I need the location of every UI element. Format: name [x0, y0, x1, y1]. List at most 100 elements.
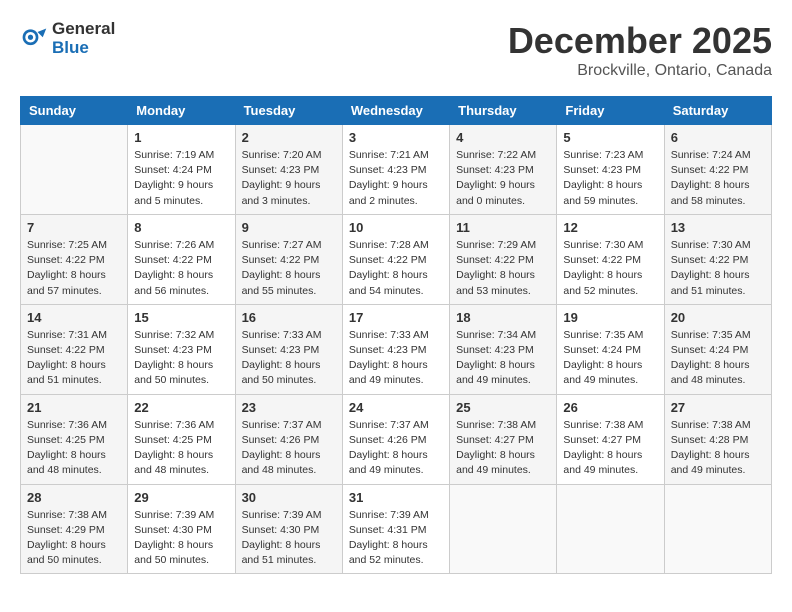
- day-info: Sunrise: 7:38 AMSunset: 4:27 PMDaylight:…: [456, 418, 550, 479]
- day-number: 9: [242, 220, 336, 235]
- day-info: Sunrise: 7:29 AMSunset: 4:22 PMDaylight:…: [456, 238, 550, 299]
- week-row-3: 14 Sunrise: 7:31 AMSunset: 4:22 PMDayligh…: [21, 304, 772, 394]
- calendar-day: 14 Sunrise: 7:31 AMSunset: 4:22 PMDayligh…: [21, 304, 128, 394]
- calendar-day: 29 Sunrise: 7:39 AMSunset: 4:30 PMDayligh…: [128, 484, 235, 574]
- days-header-row: SundayMondayTuesdayWednesdayThursdayFrid…: [21, 97, 772, 125]
- logo: General Blue: [20, 20, 115, 57]
- week-row-5: 28 Sunrise: 7:38 AMSunset: 4:29 PMDayligh…: [21, 484, 772, 574]
- day-number: 4: [456, 130, 550, 145]
- calendar-day: 25 Sunrise: 7:38 AMSunset: 4:27 PMDayligh…: [450, 394, 557, 484]
- day-number: 17: [349, 310, 443, 325]
- day-info: Sunrise: 7:34 AMSunset: 4:23 PMDaylight:…: [456, 328, 550, 389]
- day-info: Sunrise: 7:28 AMSunset: 4:22 PMDaylight:…: [349, 238, 443, 299]
- day-number: 5: [563, 130, 657, 145]
- day-number: 11: [456, 220, 550, 235]
- week-row-4: 21 Sunrise: 7:36 AMSunset: 4:25 PMDayligh…: [21, 394, 772, 484]
- header: General Blue December 2025 Brockville, O…: [20, 20, 772, 80]
- day-number: 21: [27, 400, 121, 415]
- calendar-day: 12 Sunrise: 7:30 AMSunset: 4:22 PMDayligh…: [557, 214, 664, 304]
- day-info: Sunrise: 7:35 AMSunset: 4:24 PMDaylight:…: [563, 328, 657, 389]
- calendar-day: 3 Sunrise: 7:21 AMSunset: 4:23 PMDaylight…: [342, 125, 449, 215]
- day-info: Sunrise: 7:27 AMSunset: 4:22 PMDaylight:…: [242, 238, 336, 299]
- day-number: 1: [134, 130, 228, 145]
- day-info: Sunrise: 7:38 AMSunset: 4:29 PMDaylight:…: [27, 508, 121, 569]
- day-number: 8: [134, 220, 228, 235]
- day-info: Sunrise: 7:35 AMSunset: 4:24 PMDaylight:…: [671, 328, 765, 389]
- day-info: Sunrise: 7:21 AMSunset: 4:23 PMDaylight:…: [349, 148, 443, 209]
- day-info: Sunrise: 7:26 AMSunset: 4:22 PMDaylight:…: [134, 238, 228, 299]
- calendar-table: SundayMondayTuesdayWednesdayThursdayFrid…: [20, 96, 772, 574]
- calendar-day: 28 Sunrise: 7:38 AMSunset: 4:29 PMDayligh…: [21, 484, 128, 574]
- calendar-day: 6 Sunrise: 7:24 AMSunset: 4:22 PMDaylight…: [664, 125, 771, 215]
- day-info: Sunrise: 7:22 AMSunset: 4:23 PMDaylight:…: [456, 148, 550, 209]
- calendar-title: December 2025: [508, 20, 772, 62]
- day-number: 10: [349, 220, 443, 235]
- day-number: 26: [563, 400, 657, 415]
- calendar-day: 2 Sunrise: 7:20 AMSunset: 4:23 PMDaylight…: [235, 125, 342, 215]
- calendar-day: [21, 125, 128, 215]
- calendar-day: 31Sunrise: 7:39 AMSunset: 4:31 PMDayligh…: [342, 484, 449, 574]
- day-number: 12: [563, 220, 657, 235]
- calendar-day: 18 Sunrise: 7:34 AMSunset: 4:23 PMDayligh…: [450, 304, 557, 394]
- day-info: Sunrise: 7:39 AMSunset: 4:30 PMDaylight:…: [134, 508, 228, 569]
- day-header-thursday: Thursday: [450, 97, 557, 125]
- calendar-day: 19Sunrise: 7:35 AMSunset: 4:24 PMDayligh…: [557, 304, 664, 394]
- title-area: December 2025 Brockville, Ontario, Canad…: [508, 20, 772, 80]
- day-info: Sunrise: 7:32 AMSunset: 4:23 PMDaylight:…: [134, 328, 228, 389]
- calendar-day: 15Sunrise: 7:32 AMSunset: 4:23 PMDayligh…: [128, 304, 235, 394]
- calendar-day: 9 Sunrise: 7:27 AMSunset: 4:22 PMDaylight…: [235, 214, 342, 304]
- week-row-2: 7 Sunrise: 7:25 AMSunset: 4:22 PMDaylight…: [21, 214, 772, 304]
- day-info: Sunrise: 7:23 AMSunset: 4:23 PMDaylight:…: [563, 148, 657, 209]
- calendar-day: 10 Sunrise: 7:28 AMSunset: 4:22 PMDayligh…: [342, 214, 449, 304]
- day-number: 14: [27, 310, 121, 325]
- day-header-friday: Friday: [557, 97, 664, 125]
- day-number: 29: [134, 490, 228, 505]
- calendar-day: [450, 484, 557, 574]
- day-info: Sunrise: 7:37 AMSunset: 4:26 PMDaylight:…: [349, 418, 443, 479]
- day-number: 6: [671, 130, 765, 145]
- day-info: Sunrise: 7:38 AMSunset: 4:27 PMDaylight:…: [563, 418, 657, 479]
- day-number: 18: [456, 310, 550, 325]
- day-info: Sunrise: 7:30 AMSunset: 4:22 PMDaylight:…: [563, 238, 657, 299]
- day-header-sunday: Sunday: [21, 97, 128, 125]
- day-header-saturday: Saturday: [664, 97, 771, 125]
- day-number: 13: [671, 220, 765, 235]
- day-info: Sunrise: 7:39 AMSunset: 4:30 PMDaylight:…: [242, 508, 336, 569]
- calendar-day: 21 Sunrise: 7:36 AMSunset: 4:25 PMDayligh…: [21, 394, 128, 484]
- logo-general: General: [52, 19, 115, 38]
- calendar-day: 27 Sunrise: 7:38 AMSunset: 4:28 PMDayligh…: [664, 394, 771, 484]
- day-info: Sunrise: 7:25 AMSunset: 4:22 PMDaylight:…: [27, 238, 121, 299]
- calendar-day: 26 Sunrise: 7:38 AMSunset: 4:27 PMDayligh…: [557, 394, 664, 484]
- day-number: 27: [671, 400, 765, 415]
- day-number: 16: [242, 310, 336, 325]
- calendar-day: 17Sunrise: 7:33 AMSunset: 4:23 PMDayligh…: [342, 304, 449, 394]
- calendar-day: 11 Sunrise: 7:29 AMSunset: 4:22 PMDayligh…: [450, 214, 557, 304]
- day-info: Sunrise: 7:39 AMSunset: 4:31 PMDaylight:…: [349, 508, 443, 569]
- calendar-day: 7 Sunrise: 7:25 AMSunset: 4:22 PMDaylight…: [21, 214, 128, 304]
- day-info: Sunrise: 7:38 AMSunset: 4:28 PMDaylight:…: [671, 418, 765, 479]
- calendar-day: 30 Sunrise: 7:39 AMSunset: 4:30 PMDayligh…: [235, 484, 342, 574]
- day-number: 30: [242, 490, 336, 505]
- day-info: Sunrise: 7:30 AMSunset: 4:22 PMDaylight:…: [671, 238, 765, 299]
- calendar-day: [557, 484, 664, 574]
- day-info: Sunrise: 7:31 AMSunset: 4:22 PMDaylight:…: [27, 328, 121, 389]
- day-number: 25: [456, 400, 550, 415]
- day-number: 7: [27, 220, 121, 235]
- calendar-day: [664, 484, 771, 574]
- day-header-monday: Monday: [128, 97, 235, 125]
- day-info: Sunrise: 7:20 AMSunset: 4:23 PMDaylight:…: [242, 148, 336, 209]
- calendar-subtitle: Brockville, Ontario, Canada: [508, 62, 772, 80]
- day-number: 28: [27, 490, 121, 505]
- week-row-1: 1Sunrise: 7:19 AMSunset: 4:24 PMDaylight…: [21, 125, 772, 215]
- calendar-day: 24Sunrise: 7:37 AMSunset: 4:26 PMDayligh…: [342, 394, 449, 484]
- day-header-tuesday: Tuesday: [235, 97, 342, 125]
- calendar-day: 8 Sunrise: 7:26 AMSunset: 4:22 PMDaylight…: [128, 214, 235, 304]
- logo-icon: [20, 25, 48, 53]
- day-number: 3: [349, 130, 443, 145]
- calendar-day: 22Sunrise: 7:36 AMSunset: 4:25 PMDayligh…: [128, 394, 235, 484]
- day-number: 2: [242, 130, 336, 145]
- day-number: 20: [671, 310, 765, 325]
- day-info: Sunrise: 7:24 AMSunset: 4:22 PMDaylight:…: [671, 148, 765, 209]
- day-header-wednesday: Wednesday: [342, 97, 449, 125]
- day-info: Sunrise: 7:36 AMSunset: 4:25 PMDaylight:…: [27, 418, 121, 479]
